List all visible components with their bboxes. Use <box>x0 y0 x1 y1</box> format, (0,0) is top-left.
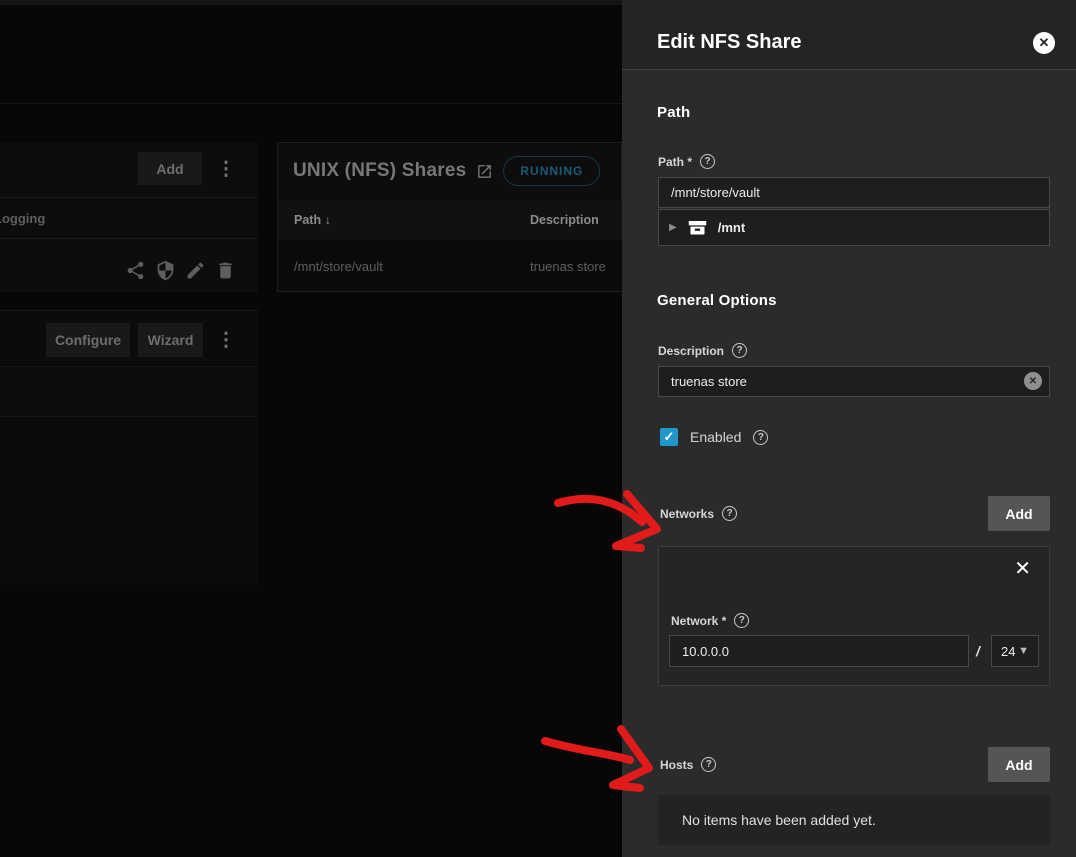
shares-panel: Add ⋮ Logging <box>0 142 258 292</box>
shield-acl-icon[interactable] <box>155 260 176 281</box>
background-divider <box>0 103 622 104</box>
tree-node-label: /mnt <box>718 220 745 235</box>
prefix-value: 24 <box>1001 644 1015 659</box>
enabled-help-icon[interactable]: ? <box>753 430 768 445</box>
networks-add-button[interactable]: Add <box>988 496 1050 531</box>
services-kebab-menu-icon[interactable]: ⋮ <box>216 329 236 351</box>
share-icon[interactable] <box>125 260 146 281</box>
dialog-title: Edit NFS Share <box>657 31 801 54</box>
enabled-label: Enabled <box>690 429 741 445</box>
hosts-empty-message: No items have been added yet. <box>658 795 1050 845</box>
cell-path: /mnt/store/vault <box>294 259 383 274</box>
column-header-path[interactable]: Path ↓ <box>294 213 331 227</box>
divider <box>0 416 258 417</box>
arrow-to-hosts-shaft <box>545 741 630 760</box>
divider <box>0 197 258 198</box>
network-help-icon[interactable]: ? <box>734 613 749 628</box>
prefix-select[interactable]: 24 ▼ <box>991 635 1039 667</box>
clear-description-icon[interactable]: ✕ <box>1024 372 1042 390</box>
path-input[interactable] <box>658 177 1050 208</box>
hosts-help-icon[interactable]: ? <box>701 757 716 772</box>
top-bar <box>0 0 622 5</box>
configure-button[interactable]: Configure <box>46 323 130 357</box>
cidr-separator: / <box>976 643 980 659</box>
screen: Add ⋮ Logging UNIX (NFS) Shares RUNNING … <box>0 0 1076 857</box>
path-help-icon[interactable]: ? <box>700 154 715 169</box>
share-row-actions <box>125 260 236 281</box>
description-help-icon[interactable]: ? <box>732 343 747 358</box>
path-tree-node[interactable]: ▶ /mnt <box>658 209 1050 246</box>
external-link-icon[interactable] <box>476 163 493 180</box>
nfs-table-header: Path ↓ Description <box>278 200 623 240</box>
dropdown-arrow-icon: ▼ <box>1018 645 1029 657</box>
divider <box>0 238 258 239</box>
hosts-add-button[interactable]: Add <box>988 747 1050 782</box>
dialog-header: Edit NFS Share ✕ <box>622 0 1076 70</box>
general-section-heading: General Options <box>657 292 777 309</box>
path-input-wrapper <box>658 177 1050 208</box>
networks-help-icon[interactable]: ? <box>722 506 737 521</box>
dataset-icon <box>687 217 708 238</box>
wizard-button[interactable]: Wizard <box>138 323 203 357</box>
shares-kebab-menu-icon[interactable]: ⋮ <box>216 158 236 180</box>
logging-column-header: Logging <box>0 211 45 226</box>
enabled-row: ✓ Enabled ? <box>660 428 768 446</box>
network-field-label: Network * ? <box>671 613 749 628</box>
remove-network-icon[interactable]: ✕ <box>1014 559 1031 579</box>
services-panel: Configure Wizard ⋮ <box>0 310 258 585</box>
close-dialog-icon[interactable]: ✕ <box>1033 32 1055 54</box>
enabled-checkbox[interactable]: ✓ <box>660 428 678 446</box>
path-field-label: Path * ? <box>658 154 715 169</box>
delete-trash-icon[interactable] <box>215 260 236 281</box>
column-header-description[interactable]: Description <box>530 213 599 227</box>
running-status-badge[interactable]: RUNNING <box>503 156 600 186</box>
network-input[interactable] <box>669 635 969 667</box>
hosts-label: Hosts ? <box>660 757 716 772</box>
nfs-table-row[interactable]: /mnt/store/vault truenas store <box>278 240 623 291</box>
path-section-heading: Path <box>657 104 690 121</box>
description-field-label: Description ? <box>658 343 747 358</box>
nfs-card-title: UNIX (NFS) Shares <box>293 160 466 182</box>
cell-description: truenas store <box>530 259 606 274</box>
edit-nfs-share-dialog: Edit NFS Share ✕ Path Path * ? ▶ /mnt Ge… <box>622 0 1076 857</box>
services-row <box>0 367 258 416</box>
shares-add-button[interactable]: Add <box>138 152 202 185</box>
nfs-shares-card: UNIX (NFS) Shares RUNNING Path ↓ Descrip… <box>277 142 622 292</box>
sort-down-icon: ↓ <box>325 213 331 227</box>
network-item-card: ✕ Network * ? / 24 ▼ <box>658 546 1050 686</box>
tree-expand-caret-icon[interactable]: ▶ <box>669 222 677 233</box>
network-input-wrapper <box>669 635 969 667</box>
description-input[interactable] <box>658 366 1050 397</box>
edit-pencil-icon[interactable] <box>185 260 206 281</box>
description-input-wrapper: ✕ <box>658 366 1050 397</box>
networks-label: Networks ? <box>660 506 737 521</box>
